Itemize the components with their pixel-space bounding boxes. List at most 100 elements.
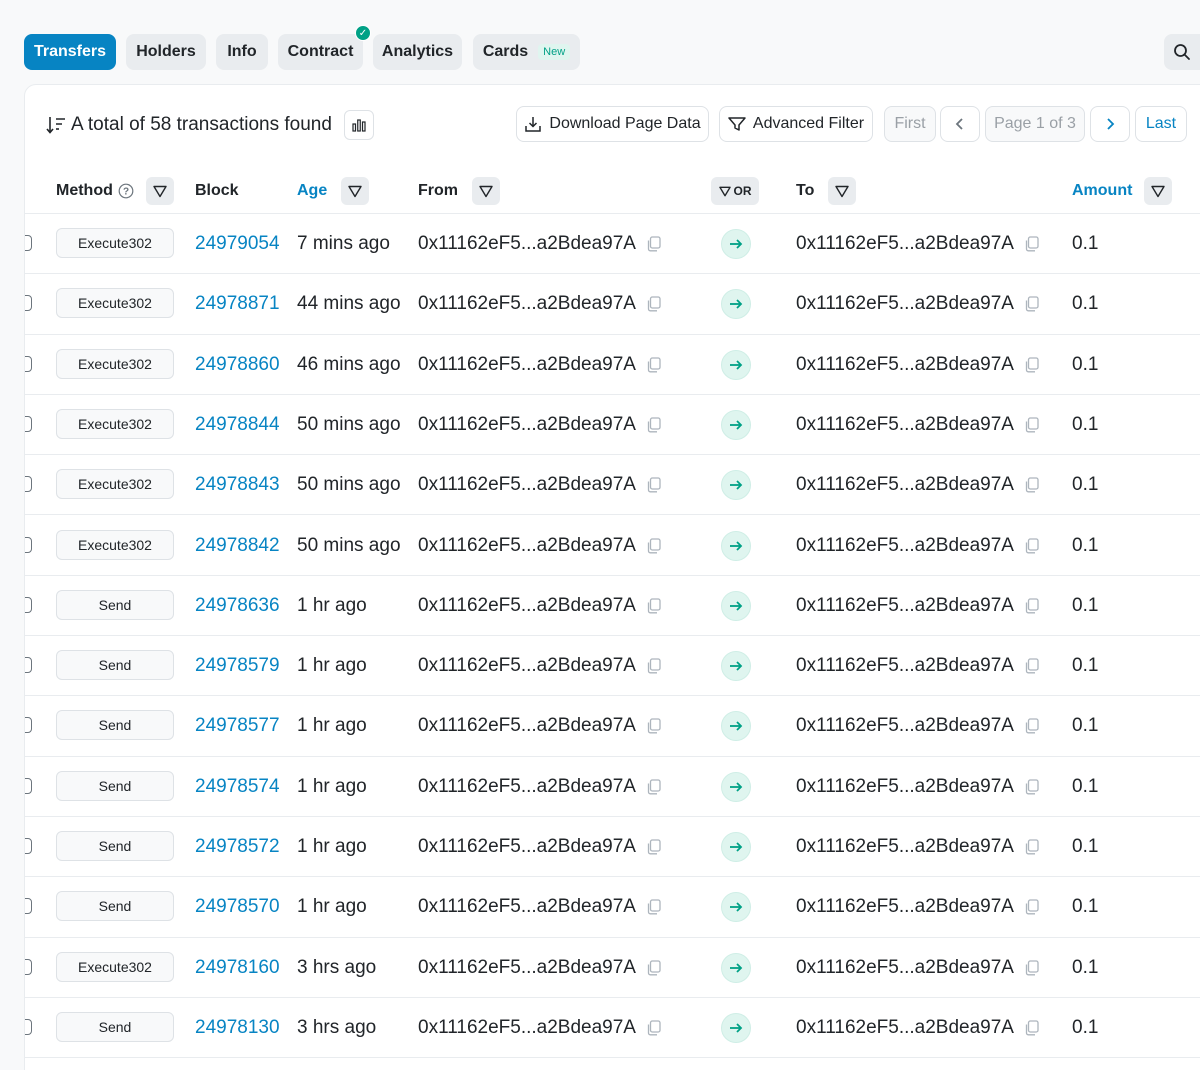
- to-address[interactable]: 0x11162eF5...a2Bdea97A: [796, 535, 1014, 557]
- copy-icon[interactable]: [646, 296, 661, 312]
- from-address[interactable]: 0x11162eF5...a2Bdea97A: [418, 957, 636, 979]
- from-address[interactable]: 0x11162eF5...a2Bdea97A: [418, 715, 636, 737]
- to-address[interactable]: 0x11162eF5...a2Bdea97A: [796, 896, 1014, 918]
- block-link[interactable]: 24978860: [195, 335, 280, 395]
- eye-icon[interactable]: [25, 415, 32, 432]
- tab-transfers[interactable]: Transfers: [24, 34, 116, 70]
- block-link[interactable]: 24978570: [195, 877, 280, 937]
- block-link[interactable]: 24978130: [195, 998, 280, 1058]
- copy-icon[interactable]: [1024, 718, 1039, 734]
- to-address[interactable]: 0x11162eF5...a2Bdea97A: [796, 354, 1014, 376]
- copy-icon[interactable]: [646, 658, 661, 674]
- from-address[interactable]: 0x11162eF5...a2Bdea97A: [418, 474, 636, 496]
- method-filter-button[interactable]: [145, 177, 174, 205]
- copy-icon[interactable]: [1024, 1020, 1039, 1036]
- copy-icon[interactable]: [1024, 899, 1039, 915]
- block-link[interactable]: 24978579: [195, 636, 280, 696]
- copy-icon[interactable]: [1024, 537, 1039, 554]
- copy-icon[interactable]: [646, 779, 661, 795]
- tab-info[interactable]: Info: [216, 34, 268, 70]
- last-page-button[interactable]: Last: [1135, 106, 1187, 142]
- copy-icon[interactable]: [1024, 839, 1039, 855]
- copy-icon[interactable]: [646, 1020, 661, 1036]
- to-address[interactable]: 0x11162eF5...a2Bdea97A: [796, 595, 1014, 617]
- first-page-button[interactable]: First: [884, 106, 936, 142]
- age-filter-button[interactable]: [341, 177, 370, 205]
- help-icon[interactable]: ?: [118, 183, 134, 199]
- from-address[interactable]: 0x11162eF5...a2Bdea97A: [418, 655, 636, 677]
- copy-icon[interactable]: [646, 598, 661, 614]
- from-address[interactable]: 0x11162eF5...a2Bdea97A: [418, 233, 636, 255]
- copy-icon[interactable]: [646, 236, 661, 252]
- tab-contract[interactable]: Contract ✓: [278, 25, 371, 70]
- eye-icon[interactable]: [25, 838, 32, 854]
- to-address[interactable]: 0x11162eF5...a2Bdea97A: [796, 655, 1014, 677]
- to-address[interactable]: 0x11162eF5...a2Bdea97A: [796, 414, 1014, 436]
- block-link[interactable]: 24979054: [195, 214, 280, 274]
- eye-icon[interactable]: [25, 657, 32, 674]
- eye-icon[interactable]: [25, 476, 32, 493]
- eye-icon[interactable]: [25, 898, 32, 915]
- block-link[interactable]: 24978842: [195, 516, 280, 576]
- eye-icon[interactable]: [25, 777, 32, 794]
- copy-icon[interactable]: [646, 899, 661, 915]
- copy-icon[interactable]: [1024, 959, 1039, 976]
- block-link[interactable]: 24978636: [195, 576, 280, 636]
- eye-icon[interactable]: [25, 235, 32, 251]
- from-address[interactable]: 0x11162eF5...a2Bdea97A: [418, 293, 636, 315]
- eye-icon[interactable]: [25, 295, 32, 312]
- column-age[interactable]: Age: [297, 168, 370, 214]
- copy-icon[interactable]: [1024, 477, 1039, 493]
- from-address[interactable]: 0x11162eF5...a2Bdea97A: [418, 595, 636, 617]
- copy-icon[interactable]: [646, 959, 661, 976]
- block-link[interactable]: 24978577: [195, 696, 280, 756]
- from-address[interactable]: 0x11162eF5...a2Bdea97A: [418, 354, 636, 376]
- eye-icon[interactable]: [25, 536, 32, 553]
- copy-icon[interactable]: [1024, 417, 1039, 433]
- copy-icon[interactable]: [646, 718, 661, 734]
- to-address[interactable]: 0x11162eF5...a2Bdea97A: [796, 957, 1014, 979]
- from-filter-button[interactable]: [472, 177, 500, 205]
- copy-icon[interactable]: [646, 417, 661, 433]
- block-link[interactable]: 24978871: [195, 274, 280, 334]
- from-address[interactable]: 0x11162eF5...a2Bdea97A: [418, 896, 636, 918]
- block-link[interactable]: 24978160: [195, 938, 280, 998]
- tab-analytics[interactable]: Analytics: [373, 34, 462, 70]
- copy-icon[interactable]: [1024, 236, 1039, 252]
- to-filter-button[interactable]: [828, 177, 857, 205]
- copy-icon[interactable]: [1024, 779, 1039, 795]
- block-link[interactable]: 24978574: [195, 757, 280, 817]
- eye-icon[interactable]: [25, 596, 32, 613]
- copy-icon[interactable]: [646, 839, 661, 855]
- tab-cards[interactable]: Cards New: [473, 34, 580, 70]
- amount-filter-button[interactable]: [1144, 177, 1173, 205]
- to-address[interactable]: 0x11162eF5...a2Bdea97A: [796, 233, 1014, 255]
- next-page-button[interactable]: [1090, 106, 1130, 142]
- eye-icon[interactable]: [25, 958, 32, 975]
- copy-icon[interactable]: [1024, 598, 1039, 614]
- advanced-filter-button[interactable]: Advanced Filter: [719, 106, 873, 142]
- search-button[interactable]: [1164, 34, 1200, 70]
- from-address[interactable]: 0x11162eF5...a2Bdea97A: [418, 535, 636, 557]
- copy-icon[interactable]: [1024, 658, 1039, 674]
- from-address[interactable]: 0x11162eF5...a2Bdea97A: [418, 776, 636, 798]
- or-filter-button[interactable]: OR: [711, 177, 759, 205]
- download-page-data-button[interactable]: Download Page Data: [516, 106, 709, 142]
- block-link[interactable]: 24978843: [195, 455, 280, 515]
- tab-holders[interactable]: Holders: [126, 34, 206, 70]
- copy-icon[interactable]: [1024, 356, 1039, 373]
- block-link[interactable]: 24978844: [195, 395, 280, 455]
- to-address[interactable]: 0x11162eF5...a2Bdea97A: [796, 776, 1014, 798]
- eye-icon[interactable]: [25, 717, 32, 734]
- from-address[interactable]: 0x11162eF5...a2Bdea97A: [418, 1017, 636, 1039]
- eye-icon[interactable]: [25, 1018, 32, 1035]
- to-address[interactable]: 0x11162eF5...a2Bdea97A: [796, 474, 1014, 496]
- eye-icon[interactable]: [25, 355, 32, 372]
- from-address[interactable]: 0x11162eF5...a2Bdea97A: [418, 414, 636, 436]
- chart-toggle-button[interactable]: [343, 110, 374, 140]
- to-address[interactable]: 0x11162eF5...a2Bdea97A: [796, 293, 1014, 315]
- copy-icon[interactable]: [646, 477, 661, 493]
- column-amount[interactable]: Amount: [1072, 168, 1173, 214]
- to-address[interactable]: 0x11162eF5...a2Bdea97A: [796, 1017, 1014, 1039]
- block-link[interactable]: 24978572: [195, 817, 280, 877]
